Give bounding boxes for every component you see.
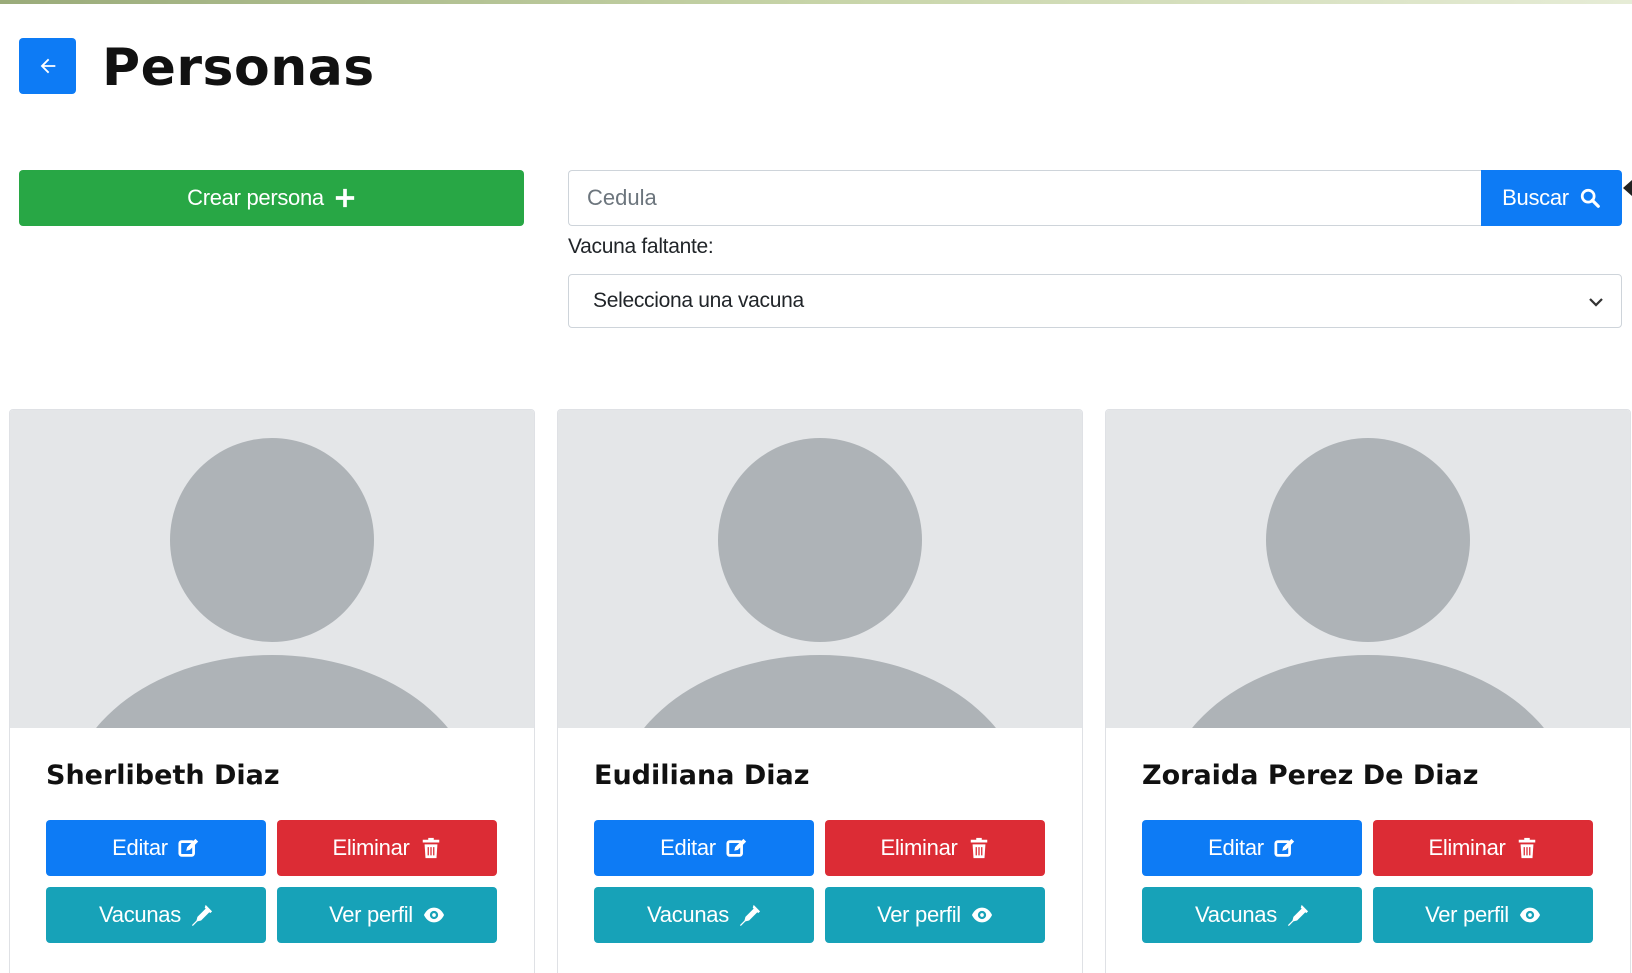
vaccines-button-label: Vacunas — [99, 902, 181, 927]
search-button[interactable]: Buscar — [1481, 170, 1622, 226]
arrow-left-icon — [40, 58, 55, 74]
vaccine-select-value: Selecciona una vacuna — [593, 289, 804, 312]
eye-icon — [423, 907, 444, 923]
delete-button-label: Eliminar — [332, 835, 410, 860]
edit-icon — [178, 838, 198, 857]
trash-icon — [422, 837, 439, 859]
view-profile-button[interactable]: Ver perfil — [1373, 887, 1593, 943]
vaccines-button[interactable]: Vacunas — [1142, 887, 1362, 943]
edit-button-label: Editar — [660, 835, 716, 860]
delete-button[interactable]: Eliminar — [1373, 820, 1593, 876]
person-name: Sherlibeth Diaz — [46, 760, 280, 791]
top-accent-strip — [0, 0, 1632, 4]
search-button-label: Buscar — [1502, 185, 1569, 210]
person-card: Sherlibeth Diaz Editar Eliminar Vacunas … — [9, 409, 535, 973]
edit-button[interactable]: Editar — [594, 820, 814, 876]
search-icon — [1580, 188, 1600, 208]
page-title: Personas — [102, 38, 375, 98]
avatar-placeholder-icon — [96, 438, 448, 728]
chevron-down-icon — [1589, 298, 1603, 307]
eye-icon — [971, 907, 992, 923]
delete-button[interactable]: Eliminar — [825, 820, 1045, 876]
syringe-icon — [191, 904, 213, 926]
avatar — [558, 410, 1082, 728]
back-button[interactable] — [19, 38, 76, 94]
vaccines-button[interactable]: Vacunas — [594, 887, 814, 943]
view-profile-button[interactable]: Ver perfil — [825, 887, 1045, 943]
edit-button[interactable]: Editar — [1142, 820, 1362, 876]
edit-button-label: Editar — [1208, 835, 1264, 860]
edit-icon — [726, 838, 746, 857]
person-card: Zoraida Perez De Diaz Editar Eliminar Va… — [1105, 409, 1631, 973]
vaccines-button-label: Vacunas — [647, 902, 729, 927]
person-card: Eudiliana Diaz Editar Eliminar Vacunas V… — [557, 409, 1083, 973]
delete-button-label: Eliminar — [880, 835, 958, 860]
delete-button-label: Eliminar — [1428, 835, 1506, 860]
edit-icon — [1274, 838, 1294, 857]
create-person-button[interactable]: Crear persona — [19, 170, 524, 226]
vaccines-button-label: Vacunas — [1195, 902, 1277, 927]
avatar-placeholder-icon — [1192, 438, 1544, 728]
plus-icon — [335, 188, 355, 208]
avatar-placeholder-icon — [644, 438, 996, 728]
avatar — [10, 410, 534, 728]
create-person-label: Crear persona — [187, 185, 324, 210]
syringe-icon — [739, 904, 761, 926]
vaccine-select[interactable]: Selecciona una vacuna — [568, 274, 1622, 328]
person-name: Zoraida Perez De Diaz — [1142, 760, 1479, 791]
view-profile-button-label: Ver perfil — [1425, 902, 1509, 927]
edit-button[interactable]: Editar — [46, 820, 266, 876]
trash-icon — [970, 837, 987, 859]
view-profile-button-label: Ver perfil — [329, 902, 413, 927]
missing-vaccine-label: Vacuna faltante: — [568, 235, 714, 258]
cedula-search-input[interactable] — [568, 170, 1481, 226]
trash-icon — [1518, 837, 1535, 859]
view-profile-button[interactable]: Ver perfil — [277, 887, 497, 943]
person-name: Eudiliana Diaz — [594, 760, 810, 791]
cursor-arrow-icon — [1623, 180, 1632, 196]
vaccines-button[interactable]: Vacunas — [46, 887, 266, 943]
view-profile-button-label: Ver perfil — [877, 902, 961, 927]
edit-button-label: Editar — [112, 835, 168, 860]
delete-button[interactable]: Eliminar — [277, 820, 497, 876]
eye-icon — [1519, 907, 1540, 923]
avatar — [1106, 410, 1630, 728]
syringe-icon — [1287, 904, 1309, 926]
